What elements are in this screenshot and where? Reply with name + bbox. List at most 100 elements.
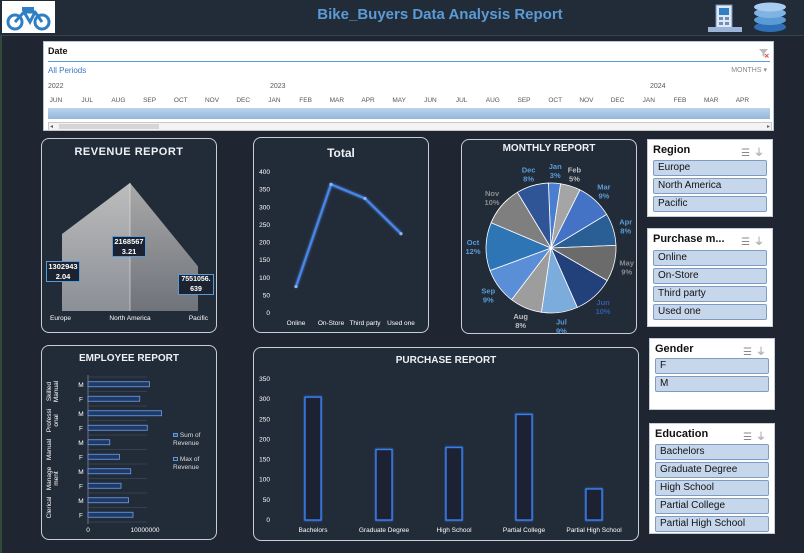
total-y-tick: 50 bbox=[263, 292, 271, 299]
employee-gender-label: F bbox=[79, 396, 83, 403]
timeline-month-label[interactable]: DEC bbox=[602, 97, 634, 104]
monthly-pie-chart: Jan3%Feb5%Mar9%Apr8%May9%Jun10%Jul9%Aug8… bbox=[466, 162, 635, 335]
education-item-high-school[interactable]: High School bbox=[655, 480, 769, 496]
revenue-data-label: 7551056. 639 bbox=[178, 274, 214, 295]
timeline-year: 2023 bbox=[270, 83, 286, 90]
purchase-method-slicer: Purchase m... ☰⏚ Online On-Store Third p… bbox=[647, 228, 773, 327]
employee-bar bbox=[87, 511, 134, 518]
education-slicer: Education ☰⏚ Bachelors Graduate Degree H… bbox=[649, 423, 775, 534]
pie-value-label: 9% bbox=[483, 295, 494, 304]
employee-report-card: EMPLOYEE REPORT M F M F M F M F M F Skilled Manual P… bbox=[41, 345, 217, 540]
multi-select-icon[interactable]: ☰ bbox=[743, 347, 756, 358]
pie-value-label: 8% bbox=[515, 321, 526, 330]
multi-select-icon[interactable]: ☰ bbox=[741, 237, 754, 248]
total-y-tick: 150 bbox=[259, 257, 270, 264]
revenue-label-value: 639 bbox=[190, 286, 202, 293]
employee-bar bbox=[87, 424, 148, 431]
purchase-item-used-one[interactable]: Used one bbox=[653, 304, 767, 320]
timeline-scroll-thumb[interactable] bbox=[59, 124, 159, 129]
legend-label: Sum of Revenue bbox=[173, 432, 201, 447]
total-y-tick: 100 bbox=[259, 275, 270, 282]
timeline-month-label[interactable]: MAY bbox=[383, 97, 415, 104]
employee-group-label: onal bbox=[53, 414, 60, 427]
pie-month-label: Nov bbox=[485, 189, 500, 198]
revenue-data-label: 2168567 3.21 bbox=[112, 236, 146, 257]
clear-filter-icon[interactable]: ⏚ bbox=[754, 148, 768, 159]
region-item-pacific[interactable]: Pacific bbox=[653, 196, 767, 212]
timeline-month-label[interactable]: AUG bbox=[102, 97, 134, 104]
scroll-left-icon[interactable]: ◂ bbox=[50, 123, 53, 130]
timeline-month-label[interactable]: DEC bbox=[227, 97, 259, 104]
purchase-x-tick: Graduate Degree bbox=[359, 527, 410, 534]
employee-gender-label: M bbox=[78, 440, 83, 447]
total-x-tick: Online bbox=[287, 320, 306, 327]
employee-group-label: Manual bbox=[53, 380, 60, 402]
timeline-level-dropdown[interactable]: MONTHS ▾ bbox=[731, 66, 767, 74]
legend-swatch bbox=[173, 457, 178, 461]
employee-x-tick: 0 bbox=[86, 527, 90, 534]
pie-month-label: Sep bbox=[481, 286, 495, 295]
timeline-month-label[interactable]: JUL bbox=[446, 97, 478, 104]
timeline-month-label[interactable]: SEP bbox=[508, 97, 540, 104]
clear-filter-icon[interactable]: ⏚ bbox=[756, 347, 770, 358]
timeline-month-label[interactable]: AUG bbox=[477, 97, 509, 104]
timeline-month-label[interactable]: SEP bbox=[134, 97, 166, 104]
multi-select-icon[interactable]: ☰ bbox=[741, 148, 754, 159]
gender-slicer: Gender ☰⏚ F M bbox=[649, 338, 775, 410]
pie-value-label: 5% bbox=[569, 175, 580, 184]
timeline-month-label[interactable]: JAN bbox=[258, 97, 290, 104]
timeline-month-label[interactable]: JUL bbox=[71, 97, 103, 104]
purchase-item-online[interactable]: Online bbox=[653, 250, 767, 266]
purchase-y-tick: 150 bbox=[259, 457, 270, 464]
pie-value-label: 8% bbox=[523, 174, 534, 183]
education-slicer-title: Education bbox=[655, 428, 709, 440]
sheet-edge bbox=[0, 36, 2, 553]
timeline-month-label[interactable]: FEB bbox=[290, 97, 322, 104]
timeline-month-label[interactable]: JAN bbox=[633, 97, 665, 104]
timeline-scrollbar[interactable]: ◂ ▸ bbox=[48, 122, 772, 131]
timeline-month-label[interactable]: OCT bbox=[539, 97, 571, 104]
employee-gender-label: M bbox=[78, 498, 83, 505]
region-item-north-america[interactable]: North America bbox=[653, 178, 767, 194]
timeline-divider bbox=[48, 61, 770, 62]
timeline-month-label[interactable]: APR bbox=[352, 97, 384, 104]
timeline-month-label[interactable]: NOV bbox=[196, 97, 228, 104]
legend-sum-of-revenue: Sum of Revenue bbox=[173, 432, 213, 448]
scroll-right-icon[interactable]: ▸ bbox=[767, 123, 770, 130]
purchase-y-tick: 350 bbox=[259, 376, 270, 383]
timeline-month-label[interactable]: FEB bbox=[664, 97, 696, 104]
timeline-selection-bar[interactable] bbox=[48, 108, 770, 119]
purchase-y-tick: 50 bbox=[263, 497, 271, 504]
region-item-europe[interactable]: Europe bbox=[653, 160, 767, 176]
pie-value-label: 8% bbox=[620, 227, 631, 236]
education-item-bachelors[interactable]: Bachelors bbox=[655, 444, 769, 460]
clear-filter-icon[interactable]: ⏚ bbox=[754, 237, 768, 248]
education-item-partial-high-school[interactable]: Partial High School bbox=[655, 516, 769, 532]
pie-value-label: 9% bbox=[621, 268, 632, 277]
clear-filter-icon[interactable]: ⏚ bbox=[756, 432, 770, 443]
purchase-item-on-store[interactable]: On-Store bbox=[653, 268, 767, 284]
gender-slicer-title: Gender bbox=[655, 343, 694, 355]
total-x-tick: Used one bbox=[387, 320, 415, 327]
total-series-line bbox=[294, 182, 402, 287]
monthly-report-card: MONTHLY REPORT Jan 3% Feb 5% Mar 9% Apr 8% May 9%… bbox=[461, 139, 637, 335]
gender-item-f[interactable]: F bbox=[655, 358, 769, 374]
timeline-month-label[interactable]: MAR bbox=[321, 97, 353, 104]
education-item-partial-college[interactable]: Partial College bbox=[655, 498, 769, 514]
date-timeline-slicer[interactable]: Date All Periods MONTHS ▾ 2022 2023 2024… bbox=[43, 41, 774, 131]
timeline-month-label[interactable]: NOV bbox=[570, 97, 602, 104]
multi-select-icon[interactable]: ☰ bbox=[743, 432, 756, 443]
timeline-month-label[interactable]: JUN bbox=[414, 97, 446, 104]
total-y-tick: 400 bbox=[259, 169, 270, 176]
purchase-item-third-party[interactable]: Third party bbox=[653, 286, 767, 302]
total-y-tick: 250 bbox=[259, 222, 270, 229]
timeline-month-label[interactable]: JUN bbox=[40, 97, 72, 104]
gender-item-m[interactable]: M bbox=[655, 376, 769, 392]
timeline-month-label[interactable]: APR bbox=[726, 97, 758, 104]
education-item-graduate-degree[interactable]: Graduate Degree bbox=[655, 462, 769, 478]
timeline-month-label[interactable]: OCT bbox=[165, 97, 197, 104]
total-chart-card: Total 0 50 100 150 200 250 300 350 400 Online On-S… bbox=[253, 137, 429, 333]
total-y-tick: 0 bbox=[266, 310, 270, 317]
timeline-month-label[interactable]: MAR bbox=[695, 97, 727, 104]
total-y-tick: 300 bbox=[259, 204, 270, 211]
